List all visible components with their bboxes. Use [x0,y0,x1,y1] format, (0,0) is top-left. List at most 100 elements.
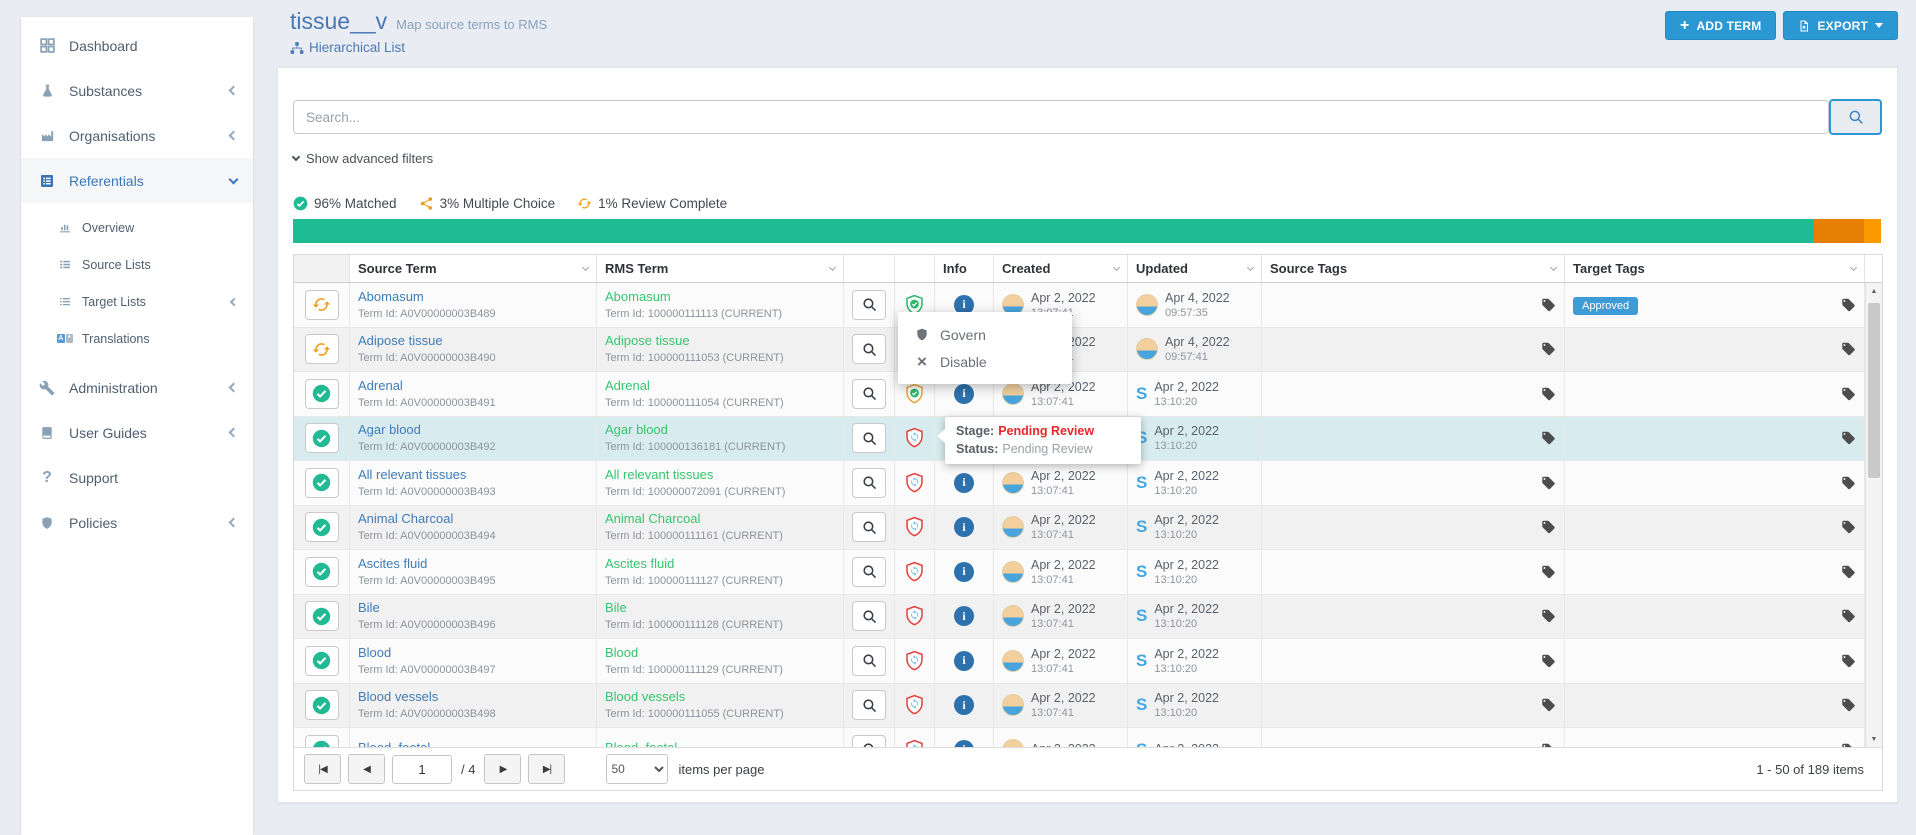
tag-icon[interactable] [1841,475,1856,490]
governance-shield-icon[interactable] [903,514,926,540]
next-page-button[interactable]: ▶ [484,754,521,784]
menu-item-govern[interactable]: Govern [898,321,1072,348]
governance-shield-icon[interactable] [903,381,926,407]
sidebar-item-user-guides[interactable]: User Guides [21,410,253,455]
tag-icon[interactable] [1541,431,1556,446]
info-icon[interactable]: i [954,606,974,626]
term-search-button[interactable] [852,334,886,364]
info-icon[interactable]: i [954,740,974,747]
tag-icon[interactable] [1541,386,1556,401]
rms-term-link[interactable]: Ascites fluid [605,557,674,572]
governance-shield-icon[interactable] [903,603,926,629]
rms-term-link[interactable]: Abomasum [605,290,671,305]
match-status-button[interactable] [305,423,339,453]
column-header-updated[interactable]: Updated [1128,255,1262,282]
scrollbar-thumb[interactable] [1868,303,1880,478]
column-header-source-tags[interactable]: Source Tags [1262,255,1565,282]
tag-icon[interactable] [1841,698,1856,713]
info-icon[interactable]: i [954,562,974,582]
sidebar-item-source-lists[interactable]: Source Lists [21,246,253,283]
governance-shield-icon[interactable] [903,737,926,747]
rms-term-link[interactable]: Bile [605,601,627,616]
source-term-link[interactable]: Abomasum [358,290,424,305]
term-search-button[interactable] [852,646,886,676]
info-icon[interactable]: i [954,473,974,493]
governance-shield-icon[interactable] [903,425,926,451]
first-page-button[interactable]: |◀ [304,754,341,784]
tag-icon[interactable] [1541,698,1556,713]
match-status-button[interactable] [305,557,339,587]
vertical-scrollbar[interactable]: ▲ ▼ [1865,283,1882,747]
info-icon[interactable]: i [954,517,974,537]
source-term-link[interactable]: Agar blood [358,423,421,438]
info-icon[interactable]: i [954,695,974,715]
match-status-button[interactable] [305,735,339,747]
table-row[interactable]: Animal Charcoal Term Id: A0V00000003B494… [294,506,1865,551]
sidebar-item-substances[interactable]: Substances [21,68,253,113]
table-row[interactable]: Abomasum Term Id: A0V00000003B489 Abomas… [294,283,1865,328]
sidebar-item-dashboard[interactable]: Dashboard [21,23,253,68]
tag-icon[interactable] [1541,297,1556,312]
source-term-link[interactable]: Adrenal [358,379,403,394]
column-header-rms-term[interactable]: RMS Term [597,255,844,282]
term-search-button[interactable] [852,423,886,453]
search-button[interactable] [1829,99,1882,135]
tag-icon[interactable] [1541,653,1556,668]
scroll-down-icon[interactable]: ▼ [1866,731,1882,747]
sidebar-item-administration[interactable]: Administration [21,365,253,410]
match-status-button[interactable] [305,379,339,409]
page-number-input[interactable] [392,755,452,784]
governance-shield-icon[interactable] [903,470,926,496]
source-term-link[interactable]: Ascites fluid [358,557,427,572]
source-term-link[interactable]: Blood vessels [358,690,438,705]
table-row[interactable]: Bile Term Id: A0V00000003B496 Bile Term … [294,595,1865,640]
source-term-link[interactable]: Bile [358,601,380,616]
term-search-button[interactable] [852,290,886,320]
column-header-target-tags[interactable]: Target Tags [1565,255,1865,282]
table-row[interactable]: Blood, foetal Blood, foetal i Apr 2, 202… [294,728,1865,747]
term-search-button[interactable] [852,690,886,720]
source-term-link[interactable]: Blood [358,646,391,661]
rms-term-link[interactable]: Agar blood [605,423,668,438]
term-search-button[interactable] [852,512,886,542]
tag-icon[interactable] [1841,520,1856,535]
governance-shield-icon[interactable] [903,648,926,674]
advanced-filters-toggle[interactable]: Show advanced filters [293,151,433,166]
table-row[interactable]: Ascites fluid Term Id: A0V00000003B495 A… [294,550,1865,595]
last-page-button[interactable]: ▶| [528,754,565,784]
rms-term-link[interactable]: Blood [605,646,638,661]
term-search-button[interactable] [852,601,886,631]
info-icon[interactable]: i [954,651,974,671]
tag-icon[interactable] [1841,431,1856,446]
info-icon[interactable]: i [954,384,974,404]
match-status-button[interactable] [305,290,339,320]
sidebar-item-target-lists[interactable]: Target Lists [21,283,253,320]
column-header-source-term[interactable]: Source Term [350,255,597,282]
rms-term-link[interactable]: Adrenal [605,379,650,394]
add-term-button[interactable]: + ADD TERM [1665,11,1776,40]
match-status-button[interactable] [305,512,339,542]
rms-term-link[interactable]: Adipose tissue [605,334,690,349]
previous-page-button[interactable]: ◀ [348,754,385,784]
sidebar-item-support[interactable]: ? Support [21,455,253,500]
sidebar-item-translations[interactable]: A* Translations [21,320,253,357]
sidebar-item-overview[interactable]: Overview [21,209,253,246]
table-row[interactable]: Blood Term Id: A0V00000003B497 Blood Ter… [294,639,1865,684]
sidebar-item-organisations[interactable]: Organisations [21,113,253,158]
tag-icon[interactable] [1841,564,1856,579]
tag-icon[interactable] [1841,653,1856,668]
tag-icon[interactable] [1541,475,1556,490]
governance-shield-icon[interactable] [903,559,926,585]
scroll-up-icon[interactable]: ▲ [1866,283,1882,299]
search-input[interactable] [293,100,1829,134]
rms-term-link[interactable]: Animal Charcoal [605,512,700,527]
source-term-link[interactable]: Adipose tissue [358,334,443,349]
tag-icon[interactable] [1541,564,1556,579]
term-search-button[interactable] [852,557,886,587]
tag-icon[interactable] [1841,342,1856,357]
tag-icon[interactable] [1841,609,1856,624]
match-status-button[interactable] [305,646,339,676]
tag-icon[interactable] [1541,342,1556,357]
page-size-select[interactable]: 50 [606,754,668,784]
table-row[interactable]: Blood vessels Term Id: A0V00000003B498 B… [294,684,1865,729]
